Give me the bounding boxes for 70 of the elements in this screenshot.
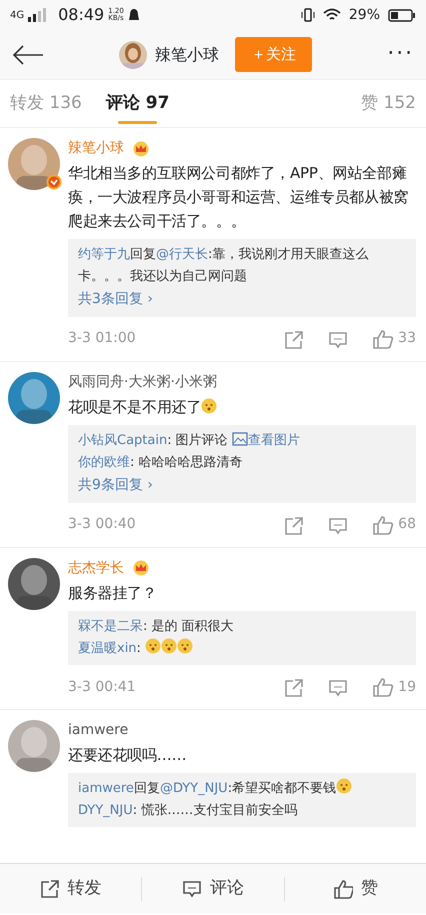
- share-icon: [284, 678, 304, 698]
- share-icon: [284, 330, 304, 350]
- emoji-icon: [161, 638, 178, 654]
- comment-icon: [328, 678, 348, 698]
- user-link[interactable]: 约等于九: [78, 247, 130, 262]
- thumbs-up-icon: [372, 328, 394, 349]
- author-name[interactable]: 志杰学长: [68, 558, 124, 579]
- user-link[interactable]: 槑不是二呆: [78, 618, 143, 634]
- comment-icon: [182, 878, 202, 898]
- back-icon: [12, 45, 44, 66]
- comment-icon: [328, 330, 348, 350]
- more-replies-link[interactable]: 共3条回复 ›: [78, 288, 153, 312]
- notification-icon: [128, 8, 140, 22]
- comment-text: 还要还花呗吗……: [68, 745, 188, 766]
- bottom-action-button[interactable]: 转发: [0, 874, 142, 902]
- battery-level: 29%: [348, 6, 380, 24]
- network-label: 4G: [10, 8, 24, 22]
- bottom-action-button[interactable]: 赞: [284, 874, 426, 902]
- reply-text: iamwere回复@DYY_NJU:希望买啥都不要钱: [78, 778, 406, 800]
- like-button[interactable]: 19: [372, 676, 416, 698]
- user-link[interactable]: @DYY_NJU: [160, 781, 228, 796]
- author-name[interactable]: 辣笔小球: [68, 138, 124, 159]
- follow-button[interactable]: ＋关注: [235, 37, 312, 72]
- tab-indicator: [118, 121, 158, 124]
- more-button[interactable]: ···: [387, 38, 414, 71]
- profile-name: 辣笔小球: [155, 44, 220, 66]
- user-link[interactable]: iamwere: [78, 781, 134, 796]
- comment-text: 花呗是不是不用还了: [68, 394, 416, 419]
- share-icon: [40, 878, 60, 898]
- tab[interactable]: 转发 136: [10, 86, 82, 120]
- share-icon: [284, 516, 304, 536]
- thumbs-up-icon: [372, 677, 394, 698]
- user-link[interactable]: 你的欧维: [78, 455, 130, 470]
- tab[interactable]: 评论 97: [106, 86, 170, 120]
- reply-text: 小钻风Captain: 图片评论 查看图片: [78, 430, 301, 450]
- status-time: 08:49: [58, 4, 104, 26]
- like-button[interactable]: 68: [372, 514, 416, 536]
- back-button[interactable]: [12, 42, 44, 66]
- comment-text: 华北相当多的互联网公司都炸了，APP、网站全部瘫痪，一大波程序员小哥哥和运营、运维专员都从被窝爬起来去公司干活了。。。: [68, 163, 410, 232]
- author-name[interactable]: iamwere: [68, 720, 128, 742]
- comment-text: 服务器挂了？: [68, 582, 158, 604]
- emoji-icon: [177, 638, 194, 654]
- emoji-icon: [145, 638, 162, 654]
- bottom-action-button[interactable]: 评论: [142, 874, 284, 902]
- thumbs-up-icon: [372, 514, 394, 535]
- reply-text: 你的欧维: 哈哈哈哈思路清奇: [78, 454, 244, 472]
- vibrate-icon: [300, 8, 315, 22]
- reply-text: 槑不是二呆: 是的 面积很大: [78, 618, 235, 636]
- image-icon: [232, 432, 248, 446]
- emoji-icon: [201, 398, 218, 414]
- user-link[interactable]: 小钻风Captain: [78, 432, 168, 448]
- thumbs-up-icon: [332, 878, 353, 898]
- user-link[interactable]: @行天长: [156, 247, 208, 262]
- comment-time: 3-3 01:00: [68, 329, 136, 348]
- more-replies-link[interactable]: 共9条回复 ›: [78, 474, 153, 498]
- author-name[interactable]: 风雨同舟·大米粥·小米粥: [68, 372, 217, 393]
- user-link[interactable]: DYY_NJU: [78, 803, 133, 818]
- reply-text: 夏温暖xin:: [78, 638, 406, 660]
- user-link[interactable]: 夏温暖xin: [78, 641, 137, 656]
- reply-text: DYY_NJU: 慌张……支付宝目前安全吗: [78, 802, 298, 820]
- user-link[interactable]: 查看图片: [248, 432, 300, 448]
- battery-icon: [388, 8, 416, 22]
- comment-icon: [328, 516, 348, 536]
- comment-time: 3-3 00:40: [68, 515, 136, 534]
- comment-time: 3-3 00:41: [68, 678, 136, 697]
- reply-text: 约等于九回复@行天长:靠，我说刚才用天眼查这么卡。。。我还以为自己网问题: [78, 246, 370, 286]
- like-button[interactable]: 33: [372, 328, 416, 350]
- wifi-icon: [322, 8, 341, 22]
- emoji-icon: [336, 778, 352, 794]
- tab[interactable]: 赞 152: [361, 86, 416, 120]
